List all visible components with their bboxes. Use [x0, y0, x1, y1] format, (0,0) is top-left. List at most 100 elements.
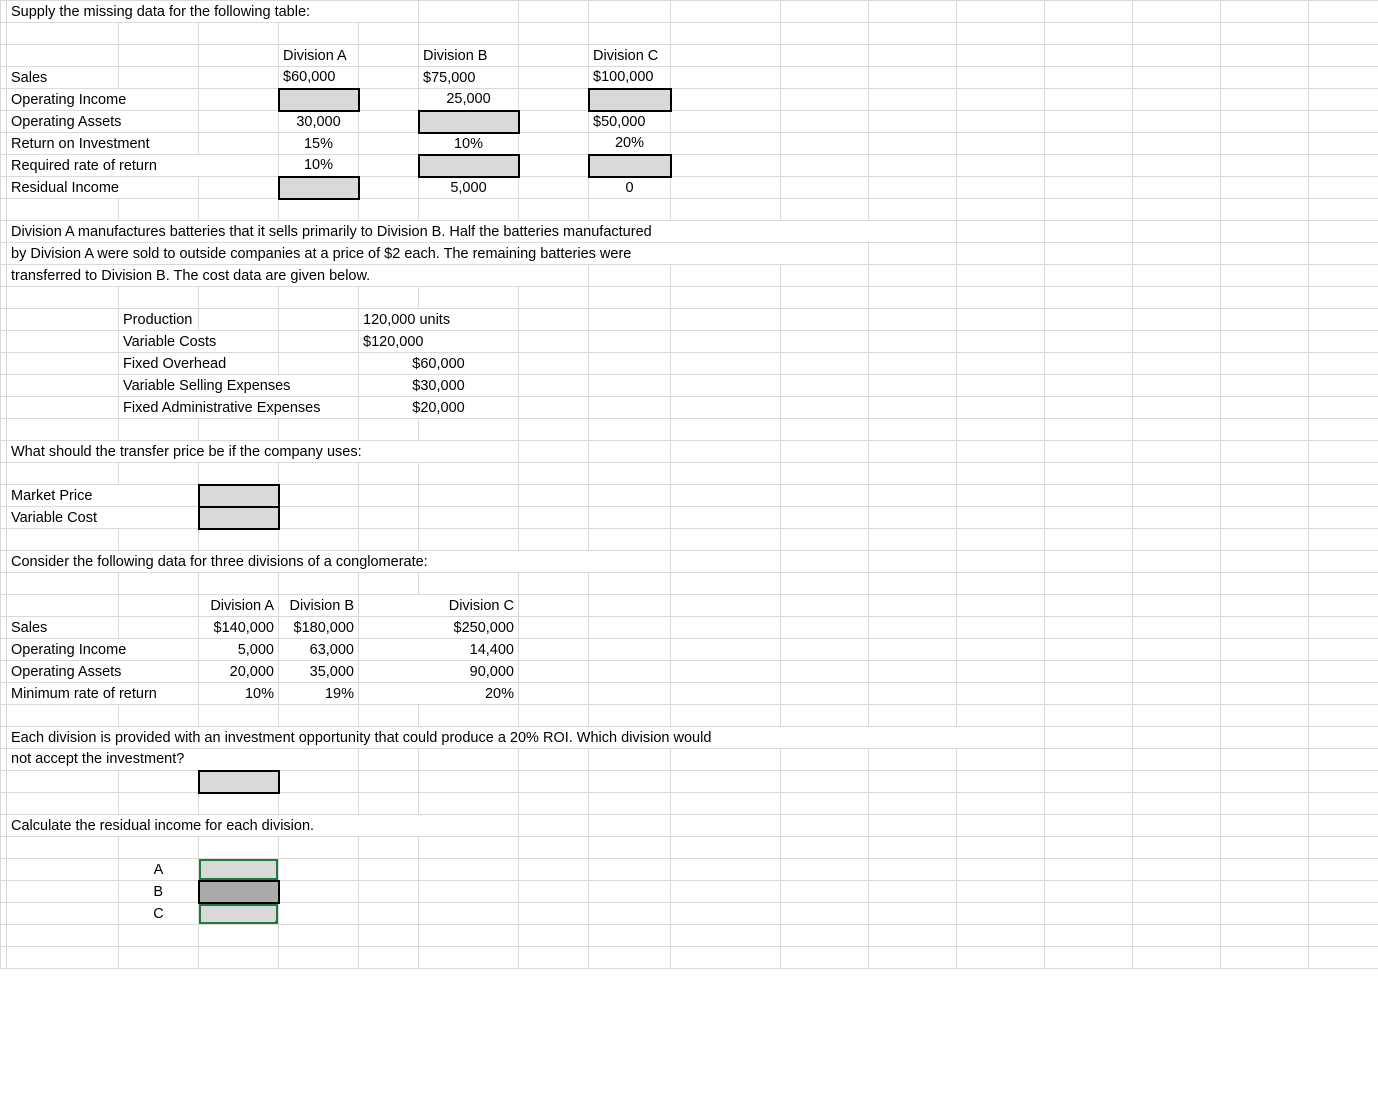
- table-row: [1, 705, 1378, 727]
- cell-value: 10%: [279, 155, 359, 177]
- table-row: What should the transfer price be if the…: [1, 441, 1378, 463]
- cell-value: 5,000: [199, 639, 279, 661]
- input-cell[interactable]: [199, 881, 279, 903]
- cell-value: 35,000: [279, 661, 359, 683]
- cell-value: 0: [589, 177, 671, 199]
- row-label: Variable Cost: [7, 507, 199, 529]
- cell-value: $60,000: [359, 353, 519, 375]
- input-cell[interactable]: [419, 155, 519, 177]
- col-division-b: Division B: [419, 45, 519, 67]
- cell-value: $120,000: [359, 331, 519, 353]
- cell-value: $30,000: [359, 375, 519, 397]
- col-division-b: Division B: [279, 595, 359, 617]
- table-row: Production120,000 units: [1, 309, 1378, 331]
- input-cell[interactable]: [589, 89, 671, 111]
- input-cell[interactable]: [199, 485, 279, 507]
- cell-value: 10%: [199, 683, 279, 705]
- row-label: Residual Income: [7, 177, 199, 199]
- text-line: Division A manufactures batteries that i…: [7, 221, 957, 243]
- cell-value: 14,400: [359, 639, 519, 661]
- input-cell[interactable]: [589, 155, 671, 177]
- cell-value: $180,000: [279, 617, 359, 639]
- table-row: Division A manufactures batteries that i…: [1, 221, 1378, 243]
- table-row: Operating Assets 20,000 35,000 90,000: [1, 661, 1378, 683]
- cell-value: 25,000: [419, 89, 519, 111]
- row-label: Required rate of return: [7, 155, 279, 177]
- row-label: Operating Assets: [7, 111, 199, 133]
- row-label: Operating Income: [7, 89, 199, 111]
- table-row: Required rate of return 10%: [1, 155, 1378, 177]
- selected-cell[interactable]: [199, 903, 279, 925]
- table-row: Minimum rate of return 10% 19% 20%: [1, 683, 1378, 705]
- text-line: Each division is provided with an invest…: [7, 727, 1045, 749]
- table-row: Operating Income 5,000 63,000 14,400: [1, 639, 1378, 661]
- cell-value: $250,000: [359, 617, 519, 639]
- input-cell[interactable]: [279, 89, 359, 111]
- input-cell[interactable]: [199, 771, 279, 793]
- cell-value: 30,000: [279, 111, 359, 133]
- input-cell[interactable]: [419, 111, 519, 133]
- table-row: Supply the missing data for the followin…: [1, 1, 1378, 23]
- cell-value: 10%: [419, 133, 519, 155]
- row-label: Market Price: [7, 485, 199, 507]
- table-row: Consider the following data for three di…: [1, 551, 1378, 573]
- table-row: Calculate the residual income for each d…: [1, 815, 1378, 837]
- table-row: Sales $60,000 $75,000 $100,000: [1, 67, 1378, 89]
- table-row: [1, 771, 1378, 793]
- selected-cell[interactable]: [199, 859, 279, 881]
- table-row: transferred to Division B. The cost data…: [1, 265, 1378, 287]
- table-row: not accept the investment?: [1, 749, 1378, 771]
- col-division-c: Division C: [359, 595, 519, 617]
- cell-value: $50,000: [589, 111, 671, 133]
- table-row: [1, 837, 1378, 859]
- table-row: Operating Assets 30,000 $50,000: [1, 111, 1378, 133]
- input-cell[interactable]: [279, 177, 359, 199]
- col-division-a: Division A: [199, 595, 279, 617]
- col-division-c: Division C: [589, 45, 671, 67]
- table-row: Sales $140,000 $180,000 $250,000: [1, 617, 1378, 639]
- text-line: not accept the investment?: [7, 749, 359, 771]
- cell-value: $75,000: [419, 67, 519, 89]
- row-label: Operating Assets: [7, 661, 199, 683]
- text-line: What should the transfer price be if the…: [7, 441, 519, 463]
- cell-value: $20,000: [359, 397, 519, 419]
- table-row: [1, 573, 1378, 595]
- cell-value: 63,000: [279, 639, 359, 661]
- table-row: [1, 947, 1378, 969]
- text-line: by Division A were sold to outside compa…: [7, 243, 869, 265]
- section-title: Calculate the residual income for each d…: [7, 815, 519, 837]
- table-row: Residual Income 5,000 0: [1, 177, 1378, 199]
- table-row: Fixed Administrative Expenses$20,000: [1, 397, 1378, 419]
- section-title: Supply the missing data for the followin…: [7, 1, 419, 23]
- cell-value: 90,000: [359, 661, 519, 683]
- row-label: Fixed Overhead: [119, 353, 279, 375]
- cell-value: $60,000: [279, 67, 359, 89]
- row-label: Variable Selling Expenses: [119, 375, 359, 397]
- table-row: [1, 23, 1378, 45]
- row-label: Production: [119, 309, 199, 331]
- table-row: [1, 199, 1378, 221]
- section-title: Consider the following data for three di…: [7, 551, 671, 573]
- table-row: [1, 925, 1378, 947]
- table-row: Division A Division B Division C: [1, 45, 1378, 67]
- table-row: C: [1, 903, 1378, 925]
- cell-value: 20%: [589, 133, 671, 155]
- table-row: [1, 287, 1378, 309]
- row-label: Sales: [7, 617, 119, 639]
- row-label: Return on Investment: [7, 133, 199, 155]
- cell-value: $140,000: [199, 617, 279, 639]
- row-label: Minimum rate of return: [7, 683, 199, 705]
- row-label: Sales: [7, 67, 119, 89]
- table-row: by Division A were sold to outside compa…: [1, 243, 1378, 265]
- table-row: Variable Cost: [1, 507, 1378, 529]
- row-label: B: [119, 881, 199, 903]
- input-cell[interactable]: [199, 507, 279, 529]
- cell-value: 20%: [359, 683, 519, 705]
- table-row: [1, 793, 1378, 815]
- table-row: Operating Income 25,000: [1, 89, 1378, 111]
- table-row: Variable Costs$120,000: [1, 331, 1378, 353]
- table-row: Fixed Overhead $60,000: [1, 353, 1378, 375]
- row-label: Fixed Administrative Expenses: [119, 397, 359, 419]
- cell-value: 19%: [279, 683, 359, 705]
- spreadsheet-grid[interactable]: Supply the missing data for the followin…: [0, 0, 1378, 969]
